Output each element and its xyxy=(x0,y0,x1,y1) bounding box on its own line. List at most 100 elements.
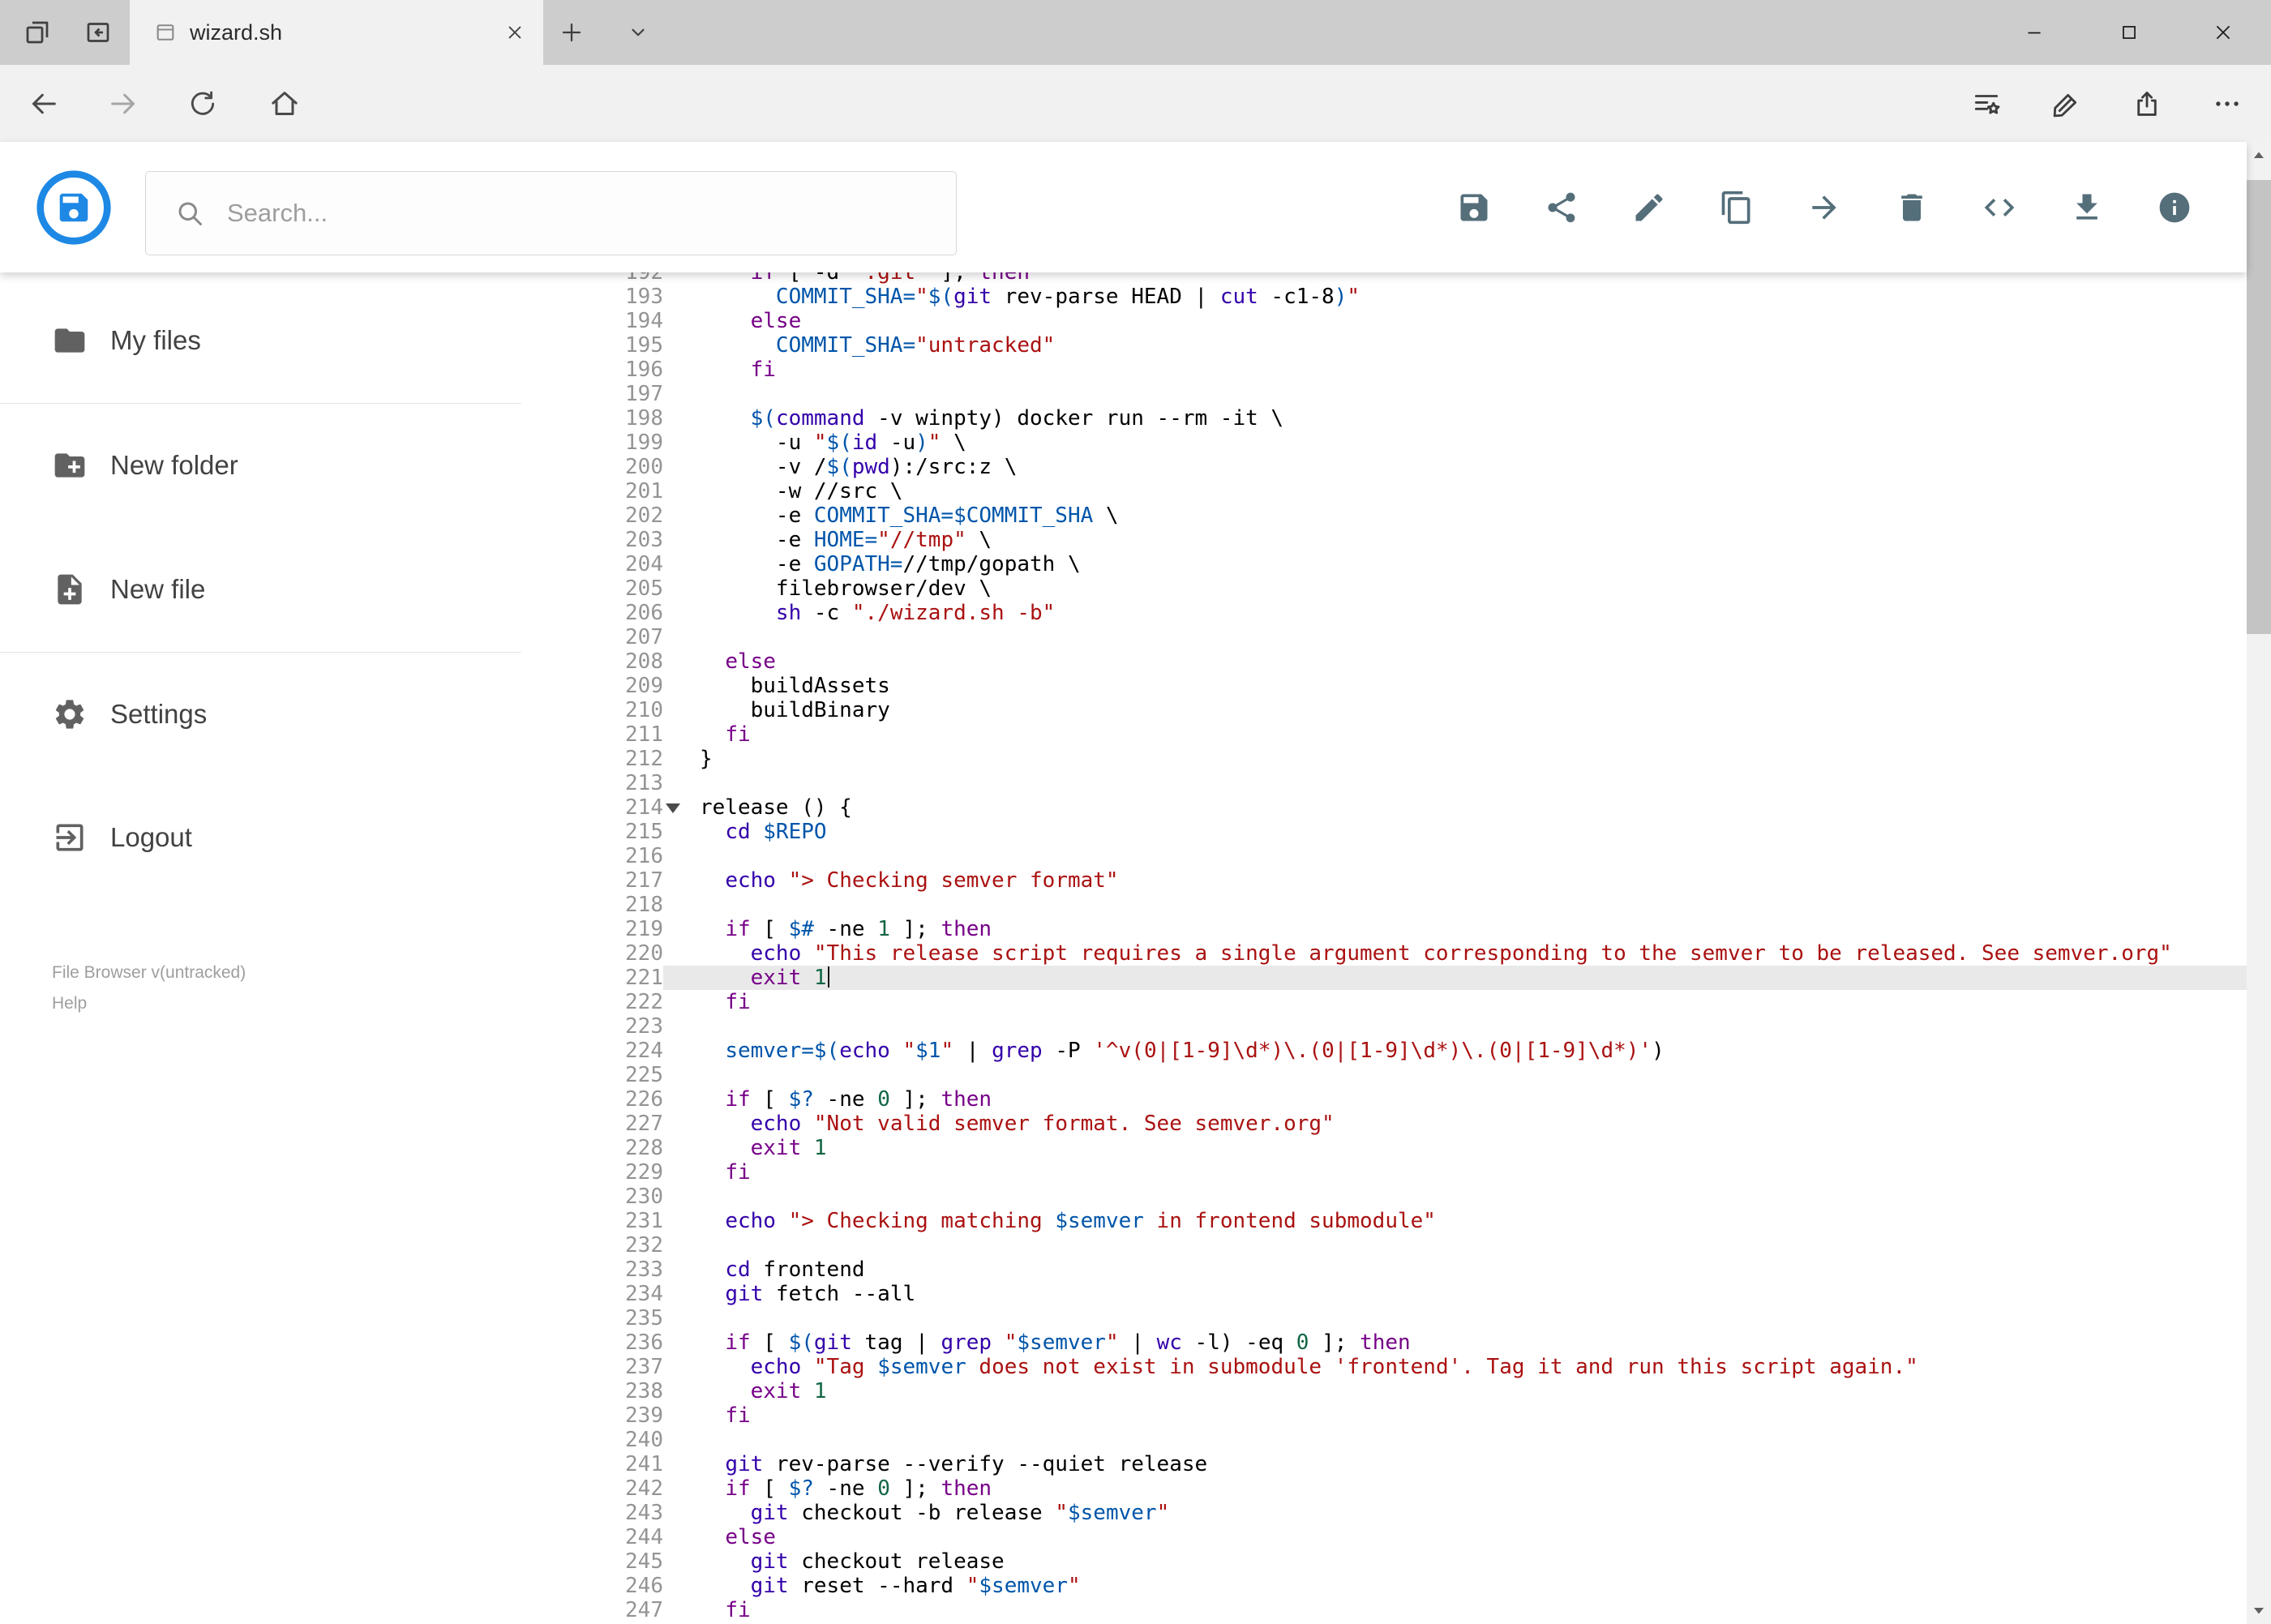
code-line[interactable]: 215 cd $REPO xyxy=(521,820,2247,844)
code-line[interactable]: 205 filebrowser/dev \ xyxy=(521,576,2247,601)
code-text[interactable]: else xyxy=(700,649,2247,674)
code-text[interactable] xyxy=(700,382,2247,406)
code-text[interactable]: COMMIT_SHA="untracked" xyxy=(700,333,2247,358)
code-text[interactable]: release () { xyxy=(700,795,2247,820)
code-line[interactable]: 225 xyxy=(521,1063,2247,1087)
code-editor[interactable]: 192 if [ -d ".git" ]; then 193 COMMIT_SHA… xyxy=(521,272,2247,1624)
scroll-up-icon[interactable] xyxy=(2247,142,2271,169)
code-text[interactable]: if [ $? -ne 0 ]; then xyxy=(700,1087,2247,1112)
code-line[interactable]: 201 -w //src \ xyxy=(521,479,2247,503)
code-line[interactable]: 196 fi xyxy=(521,358,2247,382)
code-line[interactable]: 242 if [ $? -ne 0 ]; then xyxy=(521,1476,2247,1501)
code-text[interactable]: } xyxy=(700,747,2247,771)
code-line[interactable]: 235 xyxy=(521,1306,2247,1330)
code-text[interactable]: filebrowser/dev \ xyxy=(700,576,2247,601)
share-icon[interactable] xyxy=(2119,65,2175,142)
code-text[interactable]: else xyxy=(700,309,2247,333)
search-input[interactable] xyxy=(225,198,893,229)
code-line[interactable]: 236 if [ $(git tag | grep "$semver" | wc… xyxy=(521,1330,2247,1355)
code-line[interactable]: 208 else xyxy=(521,649,2247,674)
home-button[interactable] xyxy=(256,65,313,142)
tab-list-chevron-icon[interactable] xyxy=(620,0,656,65)
page-scrollbar[interactable] xyxy=(2247,142,2271,1624)
code-text[interactable]: fi xyxy=(700,990,2247,1014)
code-text[interactable]: fi xyxy=(700,1160,2247,1185)
scrollbar-thumb[interactable] xyxy=(2247,180,2271,634)
code-text[interactable] xyxy=(700,1233,2247,1258)
tab-close-icon[interactable] xyxy=(506,24,524,41)
code-text[interactable] xyxy=(700,625,2247,649)
code-line[interactable]: 247 fi xyxy=(521,1598,2247,1622)
code-text[interactable]: else xyxy=(700,1525,2247,1549)
code-line[interactable]: 200 -v /$(pwd):/src:z \ xyxy=(521,455,2247,479)
code-text[interactable]: fi xyxy=(700,1598,2247,1622)
minimize-button[interactable] xyxy=(2001,0,2067,65)
code-text[interactable]: buildBinary xyxy=(700,698,2247,722)
code-text[interactable] xyxy=(700,844,2247,868)
code-line[interactable]: 216 xyxy=(521,844,2247,868)
code-line[interactable]: 233 cd frontend xyxy=(521,1258,2247,1282)
code-text[interactable]: fi xyxy=(700,358,2247,382)
code-line[interactable]: 202 -e COMMIT_SHA=$COMMIT_SHA \ xyxy=(521,503,2247,528)
save-icon[interactable] xyxy=(1456,190,1492,225)
code-line[interactable]: 206 sh -c "./wizard.sh -b" xyxy=(521,601,2247,625)
web-note-icon[interactable] xyxy=(2038,65,2095,142)
code-text[interactable]: -v /$(pwd):/src:z \ xyxy=(700,455,2247,479)
code-text[interactable]: if [ -d ".git" ]; then xyxy=(700,272,2247,285)
tabs-set-aside-icon[interactable] xyxy=(19,0,55,65)
code-line[interactable]: 209 buildAssets xyxy=(521,674,2247,698)
code-text[interactable]: git reset --hard "$semver" xyxy=(700,1574,2247,1598)
code-text[interactable]: echo "> Checking semver format" xyxy=(700,868,2247,893)
code-text[interactable] xyxy=(700,1306,2247,1330)
code-text[interactable]: exit 1 xyxy=(700,1136,2247,1160)
code-line[interactable]: 194 else xyxy=(521,309,2247,333)
download-icon[interactable] xyxy=(2069,190,2105,225)
code-line[interactable]: 243 git checkout -b release "$semver" xyxy=(521,1501,2247,1525)
code-line[interactable]: 246 git reset --hard "$semver" xyxy=(521,1574,2247,1598)
code-text[interactable]: semver=$(echo "$1" | grep -P '^v(0|[1-9]… xyxy=(700,1039,2247,1063)
code-line[interactable]: 193 COMMIT_SHA="$(git rev-parse HEAD | c… xyxy=(521,285,2247,309)
sidebar-item-new-file[interactable]: New file xyxy=(0,553,521,626)
forward-button[interactable] xyxy=(95,65,152,142)
code-text[interactable]: exit 1 xyxy=(700,1379,2247,1403)
code-line[interactable]: 230 xyxy=(521,1185,2247,1209)
code-line[interactable]: 222 fi xyxy=(521,990,2247,1014)
code-line[interactable]: 234 git fetch --all xyxy=(521,1282,2247,1306)
more-menu-icon[interactable] xyxy=(2199,65,2256,142)
code-line[interactable]: 197 xyxy=(521,382,2247,406)
scroll-down-icon[interactable] xyxy=(2247,1596,2271,1624)
code-line[interactable]: 195 COMMIT_SHA="untracked" xyxy=(521,333,2247,358)
code-line[interactable]: 239 fi xyxy=(521,1403,2247,1428)
refresh-button[interactable] xyxy=(174,65,231,142)
tabs-preview-icon[interactable] xyxy=(80,0,116,65)
code-line[interactable]: 192 if [ -d ".git" ]; then xyxy=(521,272,2247,285)
code-line[interactable]: 212} xyxy=(521,747,2247,771)
code-line[interactable]: 213 xyxy=(521,771,2247,795)
help-link[interactable]: Help xyxy=(52,994,87,1013)
move-icon[interactable] xyxy=(1806,190,1842,225)
code-line[interactable]: 211 fi xyxy=(521,722,2247,747)
search-box[interactable] xyxy=(145,171,957,255)
code-text[interactable]: fi xyxy=(700,1403,2247,1428)
browser-tab[interactable]: wizard.sh xyxy=(130,0,543,65)
code-text[interactable]: -u "$(id -u)" \ xyxy=(700,431,2247,455)
code-line[interactable]: 223 xyxy=(521,1014,2247,1039)
new-tab-button[interactable] xyxy=(554,0,589,65)
code-text[interactable] xyxy=(700,771,2247,795)
code-line[interactable]: 245 git checkout release xyxy=(521,1549,2247,1574)
code-text[interactable] xyxy=(700,1428,2247,1452)
edit-icon[interactable] xyxy=(1631,190,1667,225)
delete-icon[interactable] xyxy=(1894,190,1930,225)
code-line[interactable]: 229 fi xyxy=(521,1160,2247,1185)
code-text[interactable] xyxy=(700,1014,2247,1039)
sidebar-item-new-folder[interactable]: New folder xyxy=(0,429,521,502)
code-text[interactable]: -e HOME="//tmp" \ xyxy=(700,528,2247,552)
code-text[interactable] xyxy=(700,1185,2247,1209)
code-text[interactable]: echo "Not valid semver format. See semve… xyxy=(700,1112,2247,1136)
code-line[interactable]: 217 echo "> Checking semver format" xyxy=(521,868,2247,893)
share-file-icon[interactable] xyxy=(1544,190,1579,225)
code-text[interactable]: if [ $(git tag | grep "$semver" | wc -l)… xyxy=(700,1330,2247,1355)
code-text[interactable]: if [ $? -ne 0 ]; then xyxy=(700,1476,2247,1501)
code-text[interactable]: fi xyxy=(700,722,2247,747)
code-line[interactable]: 199 -u "$(id -u)" \ xyxy=(521,431,2247,455)
